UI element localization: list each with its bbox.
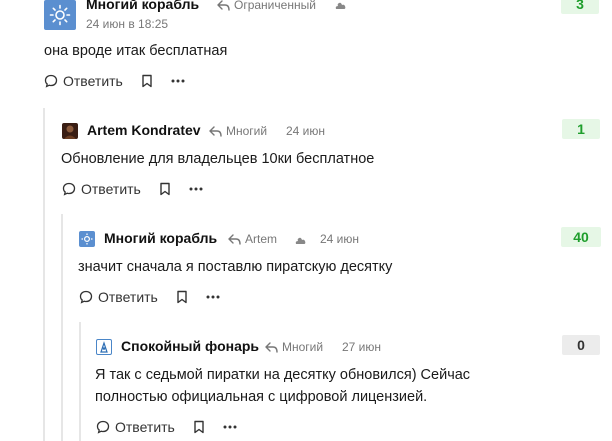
reply-label: Ответить	[63, 73, 123, 89]
comment-score: 40	[561, 227, 601, 247]
comment-text-line: полностью официальная с цифровой лицензи…	[95, 389, 428, 405]
reply-to-name: Artem	[245, 232, 278, 246]
reply-to-name: Ограниченный	[234, 0, 316, 12]
bookmark-icon[interactable]	[141, 74, 153, 88]
reply-arrow-icon	[217, 0, 230, 11]
comment-actions: Ответить	[79, 289, 220, 305]
cloud-icon	[295, 237, 306, 244]
reply-arrow-icon	[228, 233, 241, 245]
sun-icon	[49, 4, 71, 26]
comment-score: 3	[561, 0, 599, 14]
cloud-icon	[335, 2, 346, 9]
comment-author[interactable]: Artem Kondratev	[87, 122, 201, 138]
reply-arrow-icon	[209, 125, 222, 137]
avatar[interactable]	[79, 231, 95, 247]
comment-score: 0	[562, 335, 600, 355]
comment-author[interactable]: Спокойный фонарь	[121, 338, 259, 354]
reply-to[interactable]: Многий	[265, 340, 323, 354]
thread-line-level-3	[79, 322, 81, 441]
more-icon[interactable]	[206, 295, 220, 299]
reply-to[interactable]: Многий	[209, 124, 267, 138]
comment-author[interactable]: Многий корабль	[86, 0, 199, 12]
speech-bubble-icon	[79, 290, 93, 304]
person-photo-icon	[64, 125, 76, 139]
lantern-icon	[100, 341, 108, 353]
speech-bubble-icon	[96, 420, 110, 434]
speech-bubble-icon	[62, 182, 76, 196]
avatar[interactable]	[96, 339, 112, 355]
speech-bubble-icon	[44, 74, 58, 88]
reply-arrow-icon	[265, 341, 278, 353]
reply-button[interactable]: Ответить	[44, 73, 123, 89]
comment-date[interactable]: 24 июн в 18:25	[86, 17, 168, 31]
thread-line-level-1	[43, 108, 45, 441]
comment-text: Я так с седьмой пиратки на десятку обнов…	[95, 364, 470, 408]
thread-line-level-2	[61, 214, 63, 441]
comment-date[interactable]: 27 июн	[342, 340, 381, 354]
comment-actions: Ответить	[96, 419, 237, 435]
comment-text: она вроде итак бесплатная	[44, 43, 228, 59]
reply-label: Ответить	[81, 181, 141, 197]
reply-to-name: Многий	[226, 124, 268, 138]
reply-button[interactable]: Ответить	[79, 289, 158, 305]
comment-text: Обновление для владельцев 10ки бесплатно…	[61, 151, 375, 167]
reply-to[interactable]: Ограниченный	[217, 0, 316, 12]
comment-date[interactable]: 24 июн	[320, 232, 359, 246]
comment-score: 1	[562, 119, 600, 139]
bookmark-icon[interactable]	[193, 420, 205, 434]
reply-button[interactable]: Ответить	[62, 181, 141, 197]
reply-to[interactable]: Artem	[228, 232, 277, 246]
more-icon[interactable]	[223, 425, 237, 429]
avatar[interactable]	[62, 123, 78, 139]
comment-date[interactable]: 24 июн	[286, 124, 325, 138]
sun-icon	[81, 233, 93, 245]
comment-author[interactable]: Многий корабль	[104, 230, 217, 246]
reply-label: Ответить	[115, 419, 175, 435]
bookmark-icon[interactable]	[159, 182, 171, 196]
reply-to-name: Многий	[282, 340, 324, 354]
comment-text-line: Я так с седьмой пиратки на десятку обнов…	[95, 367, 471, 383]
comment-actions: Ответить	[44, 73, 185, 89]
more-icon[interactable]	[171, 79, 185, 83]
comment-actions: Ответить	[62, 181, 203, 197]
reply-button[interactable]: Ответить	[96, 419, 175, 435]
comment-text: значит сначала я поставлю пиратскую деся…	[78, 259, 393, 275]
bookmark-icon[interactable]	[176, 290, 188, 304]
more-icon[interactable]	[189, 187, 203, 191]
reply-label: Ответить	[98, 289, 158, 305]
avatar[interactable]	[44, 0, 76, 30]
